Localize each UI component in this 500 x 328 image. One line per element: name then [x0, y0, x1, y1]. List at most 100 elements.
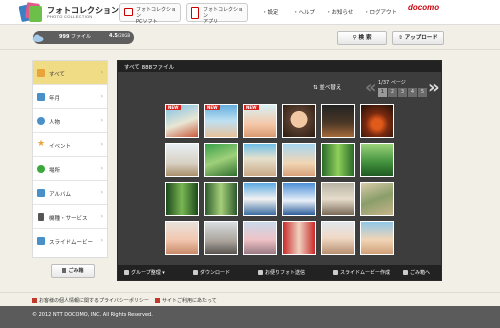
sidebar-item-slide-movie[interactable]: スライドムービー › [33, 229, 107, 253]
app-logo[interactable]: フォトコレクション PHOTO COLLECTION [18, 2, 120, 23]
sidebar-item-label: 人物 [49, 120, 61, 126]
photo-thumbnail[interactable] [360, 182, 394, 216]
chevron-right-icon: › [100, 69, 103, 76]
panel-toolbar: グループ整理 ▾ ダウンロード お便りフォト送信 スライドムービー作成 ごみ箱へ [118, 265, 441, 280]
page-5[interactable]: 5 [418, 88, 427, 97]
search-button-label: 検 索 [358, 35, 372, 41]
download-label: ダウンロード [200, 270, 231, 276]
photo-thumbnail[interactable] [321, 143, 355, 177]
person-icon [37, 117, 45, 125]
sidebar-item-all[interactable]: すべて › [33, 61, 107, 85]
sidebar-item-label: イベント [49, 144, 72, 150]
sidebar-item-places[interactable]: 場所 › [33, 157, 107, 181]
file-count: 999 [59, 34, 70, 40]
photo-thumbnail[interactable] [243, 143, 277, 177]
prev-page-icon[interactable]: « [365, 77, 377, 98]
upload-icon: ⇧ [398, 35, 403, 41]
send-photo-button[interactable]: お便りフォト送信 [258, 269, 305, 276]
nav-help[interactable]: ヘルプ [293, 8, 316, 16]
photo-thumbnail[interactable] [204, 221, 238, 255]
calendar-icon [37, 93, 45, 101]
smartphone-icon [191, 7, 199, 19]
sort-button[interactable]: ⇅ 並べ替え [313, 83, 341, 91]
sidebar-item-people[interactable]: 人物 › [33, 109, 107, 133]
photo-thumbnail[interactable] [282, 182, 316, 216]
new-badge: NEW [166, 105, 181, 110]
new-badge: NEW [205, 105, 220, 110]
download-button[interactable]: ダウンロード [193, 269, 230, 276]
photo-thumbnail[interactable] [165, 221, 199, 255]
page-3[interactable]: 3 [398, 88, 407, 97]
move-to-trash-button[interactable]: ごみ箱へ [403, 269, 430, 276]
film-icon [37, 237, 45, 245]
move-to-trash-label: ごみ箱へ [410, 270, 431, 276]
docomo-logo[interactable]: docomo [408, 3, 439, 12]
album-icon [37, 189, 45, 197]
sidebar-item-events[interactable]: ★ イベント › [33, 133, 107, 157]
chevron-right-icon: › [100, 93, 103, 100]
gear-icon [124, 270, 129, 275]
sort-label: 並べ替え [319, 85, 342, 91]
page-4[interactable]: 4 [408, 88, 417, 97]
top-header: フォトコレクション PHOTO COLLECTION フォトコレクション PCソ… [0, 0, 500, 25]
photo-thumbnail[interactable] [282, 104, 316, 138]
upload-button[interactable]: ⇧ アップロード [392, 31, 444, 45]
photo-thumbnail[interactable] [360, 104, 394, 138]
terms-link[interactable]: サイトご利用にあたって [155, 297, 217, 304]
nav-logout[interactable]: ログアウト [364, 8, 398, 16]
pc-software-link[interactable]: フォトコレクション PCソフト [119, 3, 181, 25]
photo-thumbnail[interactable] [165, 182, 199, 216]
photo-thumbnail[interactable] [243, 221, 277, 255]
privacy-policy-link[interactable]: お客様の個人情報に関するプライバシーポリシー [32, 297, 149, 304]
photo-thumbnail[interactable] [360, 143, 394, 177]
sidebar-item-devices[interactable]: 機種・サービス › [33, 205, 107, 229]
trash-icon [403, 270, 408, 275]
sidebar-item-date[interactable]: 年月 › [33, 85, 107, 109]
photo-thumbnail[interactable]: NEW [165, 104, 199, 138]
create-slide-movie-button[interactable]: スライドムービー作成 [333, 269, 390, 276]
category-sidebar: すべて › 年月 › 人物 › ★ イベント › 場所 › アルバム › 機種・… [32, 60, 108, 258]
nav-settings[interactable]: 設定 [262, 8, 279, 16]
photo-thumbnail[interactable] [204, 182, 238, 216]
trash-button[interactable]: ごみ箱 [51, 264, 95, 278]
group-manage-button[interactable]: グループ整理 ▾ [124, 269, 165, 276]
photo-thumbnail[interactable] [282, 143, 316, 177]
footer: © 2012 NTT DOCOMO, INC. All Rights Reser… [0, 306, 500, 328]
copyright: © 2012 NTT DOCOMO, INC. All Rights Reser… [32, 312, 153, 318]
photo-thumbnail[interactable]: NEW [204, 104, 238, 138]
globe-icon [37, 165, 45, 173]
photo-thumbnail[interactable] [321, 104, 355, 138]
photo-thumbnail[interactable]: NEW [243, 104, 277, 138]
storage-total: /20GB [117, 33, 131, 38]
panel-title: すべて 888ファイル [124, 65, 175, 71]
photo-thumbnail[interactable] [321, 221, 355, 255]
group-manage-label: グループ整理 [131, 270, 161, 276]
search-button[interactable]: ⚲ 検 索 [337, 31, 387, 45]
sidebar-item-label: 場所 [49, 168, 61, 174]
photo-thumbnail[interactable] [243, 182, 277, 216]
chevron-right-icon: › [100, 165, 103, 172]
storage-used: 4.5 [109, 33, 118, 39]
chevron-right-icon: › [100, 141, 103, 148]
page-1[interactable]: 1 [378, 88, 387, 97]
photo-thumbnail[interactable] [360, 221, 394, 255]
cloud-icon [32, 34, 44, 42]
nav-notices[interactable]: お知らせ [326, 8, 354, 16]
create-slide-movie-label: スライドムービー作成 [340, 270, 391, 276]
next-page-icon[interactable]: » [428, 77, 440, 98]
page-2[interactable]: 2 [388, 88, 397, 97]
app-line1: フォトコレクション [203, 7, 244, 19]
app-link[interactable]: フォトコレクション アプリ [186, 3, 248, 25]
photo-thumbnail[interactable] [204, 143, 238, 177]
sidebar-item-label: すべて [49, 72, 65, 78]
sort-arrows-icon: ⇅ [313, 85, 318, 91]
photo-thumbnail[interactable] [282, 221, 316, 255]
photo-panel: すべて 888ファイル ⇅ 並べ替え « 1/37 ページ 1 2 3 4 5 … [117, 60, 442, 281]
photo-thumbnail[interactable] [165, 143, 199, 177]
sidebar-item-label: 機種・サービス [49, 216, 88, 222]
photo-thumbnail[interactable] [321, 182, 355, 216]
upload-button-label: アップロード [404, 35, 438, 41]
chevron-right-icon: › [100, 189, 103, 196]
sidebar-item-albums[interactable]: アルバム › [33, 181, 107, 205]
chevron-down-icon: ▾ [162, 270, 165, 276]
